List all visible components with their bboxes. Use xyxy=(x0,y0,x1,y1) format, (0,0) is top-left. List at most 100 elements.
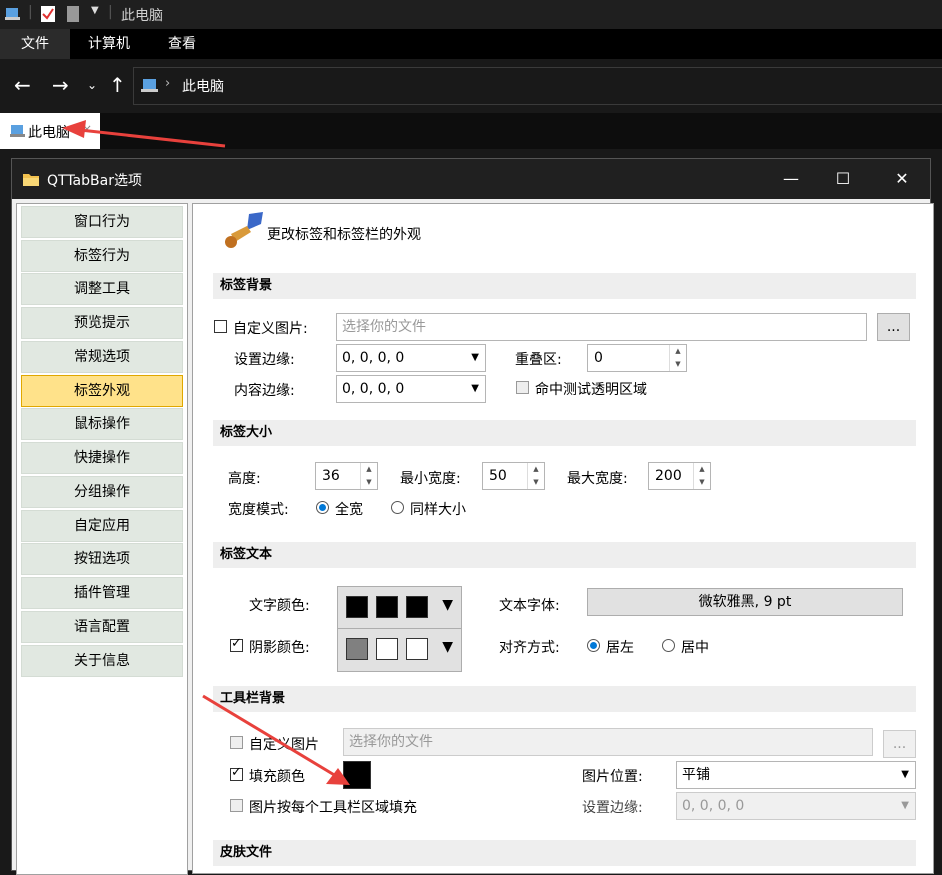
spin-arrows-icon[interactable]: ▲ ▼ xyxy=(527,463,544,489)
per-area-fill-checkbox[interactable] xyxy=(230,799,243,812)
overlap-label: 重叠区: xyxy=(515,352,562,368)
ribbon-tab-computer[interactable]: 计算机 xyxy=(76,29,142,59)
sidebar-item-shortcuts[interactable]: 快捷操作 xyxy=(21,442,183,474)
computer-icon xyxy=(141,79,158,92)
content-margin-value: 0, 0, 0, 0 xyxy=(342,381,405,397)
custom-image-label: 自定义图片: xyxy=(233,321,308,337)
sidebar-item-buttons[interactable]: 按钮选项 xyxy=(21,543,183,575)
spin-arrows-icon[interactable]: ▲ ▼ xyxy=(669,345,686,371)
min-width-stepper[interactable]: 50 ▲ ▼ xyxy=(482,462,545,490)
address-bar[interactable]: › 此电脑 xyxy=(133,67,942,105)
hit-test-checkbox[interactable] xyxy=(516,381,529,394)
fill-color-checkbox[interactable] xyxy=(230,765,243,781)
properties-icon[interactable] xyxy=(40,5,56,23)
computer-icon xyxy=(10,125,25,137)
toolbar-margin-combo[interactable]: 0, 0, 0, 0 ▼ xyxy=(676,792,916,820)
dropdown-arrow-icon: ▼ xyxy=(442,597,453,613)
dropdown-arrow-icon: ▼ xyxy=(442,639,453,655)
window-title: 此电脑 xyxy=(121,8,163,24)
maximize-button[interactable]: ☐ xyxy=(820,159,866,199)
sidebar-item-apps[interactable]: 自定应用 xyxy=(21,510,183,542)
sidebar-item-general[interactable]: 常规选项 xyxy=(21,341,183,373)
up-arrow-icon[interactable]: ↑ xyxy=(109,73,126,97)
dropdown-arrow-icon: ▼ xyxy=(901,800,909,811)
height-stepper[interactable]: 36 ▲ ▼ xyxy=(315,462,378,490)
toolbar-browse-button[interactable]: ... xyxy=(883,730,916,758)
shadow-color-swatch-2 xyxy=(376,638,398,660)
fill-color-swatch[interactable] xyxy=(343,761,371,789)
font-button[interactable]: 微软雅黑, 9 pt xyxy=(587,588,903,616)
height-value: 36 xyxy=(322,468,340,484)
spin-arrows-icon[interactable]: ▲ ▼ xyxy=(360,463,377,489)
toolbar-custom-image-checkbox[interactable] xyxy=(230,736,243,749)
overlap-stepper[interactable]: 0 ▲ ▼ xyxy=(587,344,687,372)
margin-combo[interactable]: 0, 0, 0, 0 ▼ xyxy=(336,344,486,372)
sidebar-item-tweaks[interactable]: 调整工具 xyxy=(21,273,183,305)
sidebar-item-plugins[interactable]: 插件管理 xyxy=(21,577,183,609)
new-folder-icon[interactable] xyxy=(66,5,80,23)
tab-this-pc[interactable]: 此电脑 × xyxy=(0,113,100,149)
margin-value: 0, 0, 0, 0 xyxy=(342,350,405,366)
toolbar-margin-value: 0, 0, 0, 0 xyxy=(682,798,745,814)
quick-access-dropdown-icon[interactable]: ▼ xyxy=(91,5,99,16)
spin-arrows-icon[interactable]: ▲ ▼ xyxy=(693,463,710,489)
breadcrumb-chevron-icon[interactable]: › xyxy=(165,76,170,91)
height-label: 高度: xyxy=(228,471,261,487)
paintbrush-icon xyxy=(225,212,263,248)
per-area-fill-label: 图片按每个工具栏区域填充 xyxy=(249,800,417,816)
shadow-color-label: 阴影颜色: xyxy=(249,640,310,656)
sidebar-item-tab-behavior[interactable]: 标签行为 xyxy=(21,240,183,272)
sidebar-item-window-behavior[interactable]: 窗口行为 xyxy=(21,206,183,238)
width-mode-same-label: 同样大小 xyxy=(410,502,466,518)
dialog-titlebar: QTTabBar选项 — ☐ ✕ xyxy=(12,159,930,199)
custom-image-checkbox[interactable] xyxy=(214,320,227,333)
minimize-button[interactable]: — xyxy=(768,159,814,199)
min-width-value: 50 xyxy=(489,468,507,484)
sidebar-item-groups[interactable]: 分组操作 xyxy=(21,476,183,508)
width-mode-full-radio[interactable] xyxy=(316,501,329,514)
close-button[interactable]: ✕ xyxy=(879,159,925,199)
image-position-combo[interactable]: 平铺 ▼ xyxy=(676,761,916,789)
shadow-color-checkbox[interactable] xyxy=(230,636,243,652)
image-position-value: 平铺 xyxy=(682,767,710,783)
align-center-label: 居中 xyxy=(681,640,709,656)
tab-bg-browse-button[interactable]: ... xyxy=(877,313,910,341)
sidebar-item-language[interactable]: 语言配置 xyxy=(21,611,183,643)
tab-close-icon[interactable]: × xyxy=(82,122,92,136)
recent-locations-chevron-icon[interactable]: ⌄ xyxy=(87,78,97,92)
text-color-swatch-1 xyxy=(346,596,368,618)
sidebar-item-tooltips[interactable]: 预览提示 xyxy=(21,307,183,339)
text-color-picker[interactable]: ▼ xyxy=(337,586,462,630)
explorer-titlebar: | ▼ | 此电脑 xyxy=(0,0,942,29)
sidebar-item-appearance[interactable]: 标签外观 xyxy=(21,375,183,407)
section-tab-text: 标签文本 xyxy=(213,542,916,568)
fill-color-label: 填充颜色 xyxy=(249,769,305,785)
shadow-color-picker[interactable]: ▼ xyxy=(337,628,462,672)
toolbar-custom-image-label: 自定义图片 xyxy=(249,737,319,753)
folder-icon xyxy=(23,174,39,186)
text-color-swatch-2 xyxy=(376,596,398,618)
content-margin-combo[interactable]: 0, 0, 0, 0 ▼ xyxy=(336,375,486,403)
font-label: 文本字体: xyxy=(499,598,560,614)
forward-arrow-icon[interactable]: → xyxy=(52,73,69,97)
tab-label: 此电脑 xyxy=(28,125,70,141)
toolbar-file-input[interactable]: 选择你的文件 xyxy=(343,728,873,756)
content-margin-label: 内容边缘: xyxy=(234,383,295,399)
ribbon-tab-file[interactable]: 文件 xyxy=(0,29,70,59)
shadow-color-swatch-3 xyxy=(406,638,428,660)
width-mode-full-label: 全宽 xyxy=(335,502,363,518)
sidebar-item-about[interactable]: 关于信息 xyxy=(21,645,183,677)
align-center-radio[interactable] xyxy=(662,639,675,652)
sidebar-item-mouse[interactable]: 鼠标操作 xyxy=(21,408,183,440)
section-tab-size: 标签大小 xyxy=(213,420,916,446)
dropdown-arrow-icon: ▼ xyxy=(901,769,909,780)
back-arrow-icon[interactable]: ← xyxy=(14,73,31,97)
max-width-stepper[interactable]: 200 ▲ ▼ xyxy=(648,462,711,490)
ribbon-tab-view[interactable]: 查看 xyxy=(150,29,214,59)
address-location[interactable]: 此电脑 xyxy=(182,76,224,96)
text-color-label: 文字颜色: xyxy=(249,598,310,614)
width-mode-same-radio[interactable] xyxy=(391,501,404,514)
align-left-radio[interactable] xyxy=(587,639,600,652)
max-width-value: 200 xyxy=(655,468,682,484)
tab-bg-file-input[interactable]: 选择你的文件 xyxy=(336,313,867,341)
